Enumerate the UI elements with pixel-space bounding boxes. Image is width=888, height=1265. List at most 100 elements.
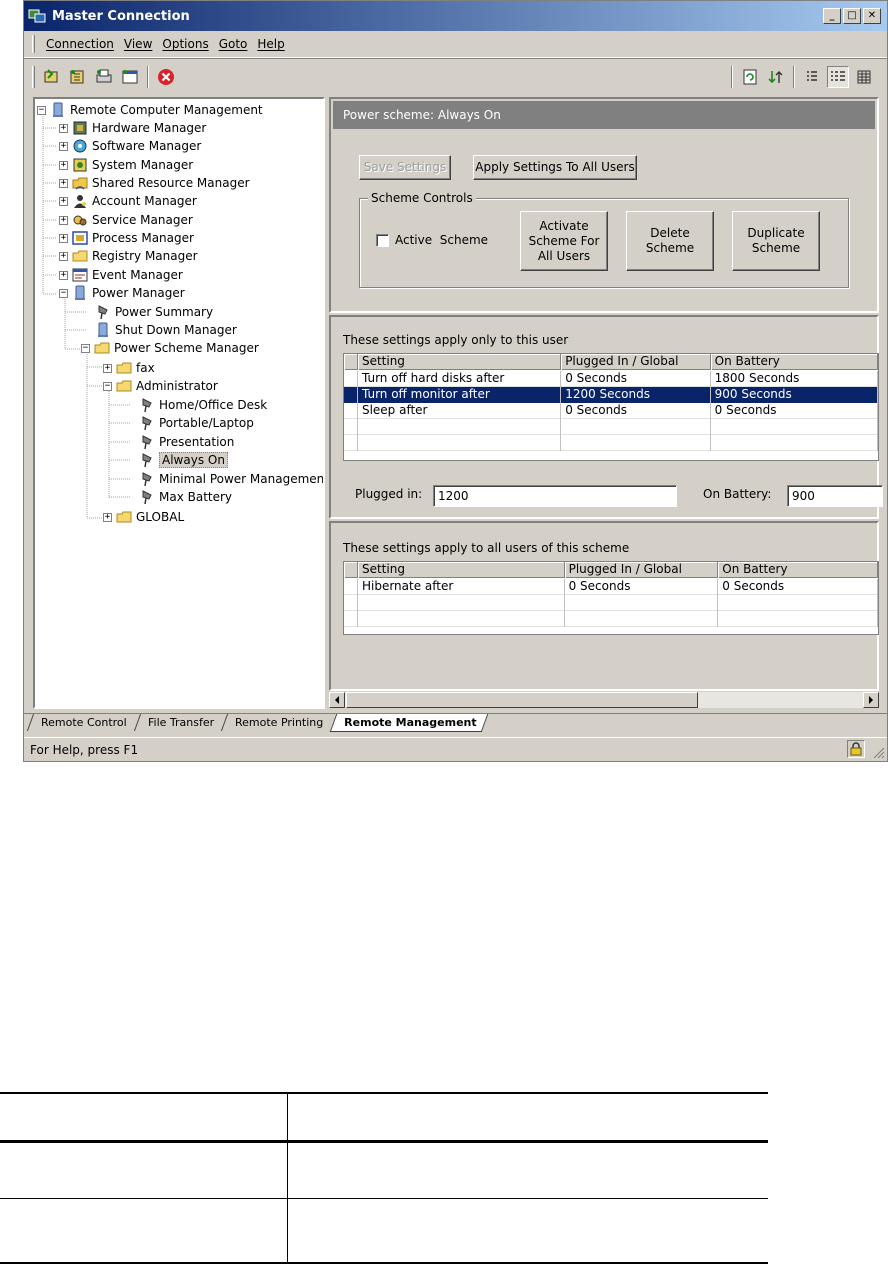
scroll-left-button[interactable] (329, 692, 345, 708)
tree-item-home-office-desk[interactable]: Home/Office Desk (139, 396, 267, 414)
close-button[interactable]: ✕ (863, 8, 881, 24)
tree-item-system-manager[interactable]: + System Manager (59, 156, 193, 174)
computer-icon (95, 322, 111, 338)
delete-line-2: Scheme (645, 241, 695, 255)
duplicate-scheme-button[interactable]: Duplicate Scheme (732, 211, 820, 271)
tree-item-presentation[interactable]: Presentation (139, 433, 234, 451)
tree-item-administrator[interactable]: − Administrator (103, 377, 218, 395)
expand-icon[interactable]: + (59, 233, 68, 243)
tree-item-event-manager[interactable]: + Event Manager (59, 266, 183, 284)
table-row[interactable]: Hibernate after 0 Seconds 0 Seconds (344, 579, 878, 595)
tree-item-minimal-power-management[interactable]: Minimal Power Management (139, 470, 323, 488)
expand-icon[interactable]: + (59, 141, 68, 151)
active-scheme-checkbox[interactable] (376, 233, 389, 247)
table-row[interactable]: Sleep after 0 Seconds 0 Seconds (344, 403, 878, 419)
resize-grip-icon[interactable] (873, 747, 885, 759)
tree-item-global[interactable]: + GLOBAL (103, 508, 184, 526)
expand-icon[interactable]: + (59, 123, 68, 133)
delete-scheme-button[interactable]: Delete Scheme (626, 211, 714, 271)
row-header-stub (344, 354, 358, 370)
navigation-tree[interactable]: − Remote Computer Management + Hardware … (33, 97, 325, 709)
expand-icon[interactable]: + (59, 251, 68, 261)
column-header-setting[interactable]: Setting (358, 562, 565, 578)
menu-help[interactable]: Help (252, 35, 289, 53)
print-button[interactable] (93, 66, 115, 88)
tree-item-power-scheme-manager[interactable]: − Power Scheme Manager (81, 339, 259, 357)
transfer-button[interactable] (765, 66, 787, 88)
table-row-selected[interactable]: Turn off monitor after 1200 Seconds 900 … (344, 387, 878, 403)
collapse-icon[interactable]: − (103, 381, 112, 391)
tree-item-always-on[interactable]: Always On (139, 451, 228, 469)
tree-item-fax[interactable]: + fax (103, 359, 155, 377)
column-header-plugged[interactable]: Plugged In / Global (565, 562, 719, 578)
tree-item-max-battery[interactable]: Max Battery (139, 488, 232, 506)
tree-item-hardware-manager[interactable]: + Hardware Manager (59, 119, 206, 137)
user-settings-grid[interactable]: Setting Plugged In / Global On Battery T… (343, 353, 879, 461)
tab-file-transfer[interactable]: File Transfer (133, 714, 225, 731)
minimize-button[interactable]: _ (823, 8, 841, 24)
column-header-setting[interactable]: Setting (358, 354, 562, 370)
menu-view[interactable]: View (119, 35, 157, 53)
menu-options[interactable]: Options (157, 35, 213, 53)
disconnect-button[interactable] (67, 66, 89, 88)
tree-item-shut-down-manager[interactable]: Shut Down Manager (95, 321, 237, 339)
tree-item-process-manager[interactable]: + Process Manager (59, 229, 194, 247)
expand-icon[interactable]: + (103, 512, 112, 522)
expand-icon[interactable]: + (59, 160, 68, 170)
stop-button[interactable] (155, 66, 177, 88)
collapse-icon[interactable]: − (59, 288, 68, 298)
toolbar (24, 61, 887, 93)
tree-item-power-summary[interactable]: Power Summary (95, 303, 213, 321)
properties-button[interactable] (119, 66, 141, 88)
expand-icon[interactable]: + (59, 196, 68, 206)
plug-icon (139, 397, 155, 413)
tree-label: Event Manager (92, 268, 183, 282)
apply-to-all-users-button[interactable]: Apply Settings To All Users (473, 155, 637, 180)
tree-item-software-manager[interactable]: + Software Manager (59, 137, 201, 155)
save-settings-button[interactable]: Save Settings (359, 155, 451, 180)
collapse-icon[interactable]: − (37, 105, 46, 115)
arrow-left-icon (335, 696, 339, 704)
expand-icon[interactable]: + (103, 363, 112, 373)
activate-scheme-button[interactable]: Activate Scheme For All Users (520, 211, 608, 271)
column-header-battery[interactable]: On Battery (711, 354, 878, 370)
list-view-button[interactable] (801, 66, 823, 88)
connect-button[interactable] (41, 66, 63, 88)
tab-remote-management[interactable]: Remote Management (329, 714, 489, 732)
detail-view-button[interactable] (827, 66, 849, 88)
tree-item-registry-manager[interactable]: + Registry Manager (59, 247, 198, 265)
plugged-in-field[interactable]: 1200 (433, 485, 677, 507)
horizontal-scrollbar[interactable] (329, 691, 879, 708)
menu-goto[interactable]: Goto (214, 35, 253, 53)
expand-icon[interactable]: + (59, 215, 68, 225)
tree-item-root[interactable]: − Remote Computer Management (37, 101, 263, 119)
tree-label: Service Manager (92, 213, 193, 227)
tree-item-account-manager[interactable]: + Account Manager (59, 192, 197, 210)
tab-remote-control[interactable]: Remote Control (26, 714, 138, 731)
refresh-button[interactable] (739, 66, 761, 88)
expand-icon[interactable]: + (59, 178, 68, 188)
report-view-button[interactable] (853, 66, 875, 88)
tree-item-service-manager[interactable]: + Service Manager (59, 211, 193, 229)
tree-item-shared-resource-manager[interactable]: + Shared Resource Manager (59, 174, 250, 192)
expand-icon[interactable]: + (59, 270, 68, 280)
scroll-thumb[interactable] (346, 692, 698, 708)
tree-label: Shut Down Manager (115, 323, 237, 337)
column-header-battery[interactable]: On Battery (718, 562, 878, 578)
tree-item-power-manager[interactable]: − Power Manager (59, 284, 185, 302)
grid-header-row: Setting Plugged In / Global On Battery (344, 562, 878, 578)
activate-line-3: All Users (537, 248, 591, 263)
on-battery-field[interactable]: 900 (787, 485, 883, 507)
tree-item-portable-laptop[interactable]: Portable/Laptop (139, 414, 254, 432)
menu-connection[interactable]: Connection (41, 35, 119, 53)
all-users-settings-grid[interactable]: Setting Plugged In / Global On Battery H… (343, 561, 879, 635)
table-row[interactable]: Turn off hard disks after 0 Seconds 1800… (344, 371, 878, 387)
cell-battery: 0 Seconds (718, 579, 878, 595)
tab-remote-printing[interactable]: Remote Printing (220, 714, 335, 731)
plug-icon (139, 489, 155, 505)
column-header-plugged[interactable]: Plugged In / Global (561, 354, 711, 370)
maximize-button[interactable]: □ (843, 8, 861, 24)
collapse-icon[interactable]: − (81, 343, 90, 353)
account-icon (72, 193, 88, 209)
scroll-right-button[interactable] (863, 692, 879, 708)
